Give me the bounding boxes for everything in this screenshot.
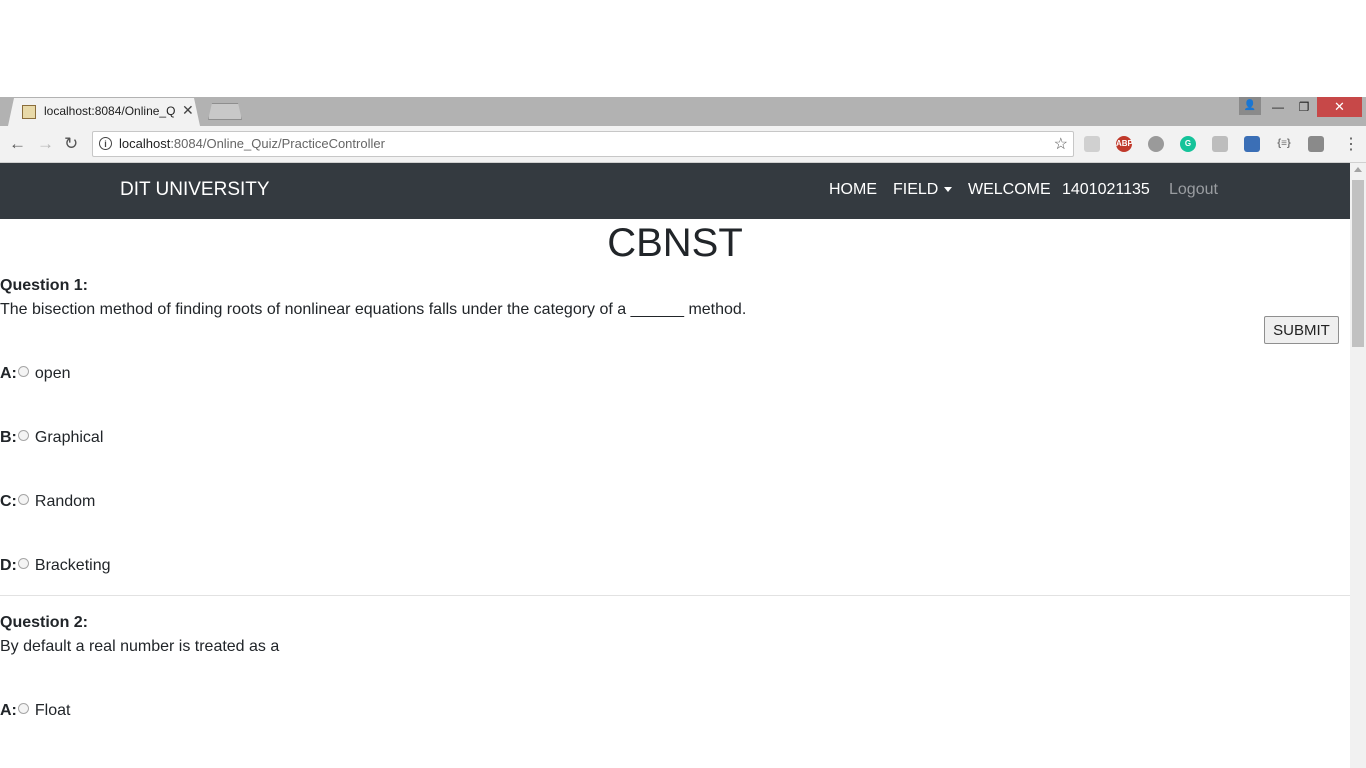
grammarly-extension-icon[interactable]: G bbox=[1180, 136, 1196, 152]
reload-icon[interactable]: ↻ bbox=[64, 134, 78, 154]
question-text: By default a real number is treated as a bbox=[0, 638, 280, 655]
nav-user-id: 1401021135 bbox=[1062, 181, 1150, 198]
page-favicon-icon bbox=[22, 105, 36, 119]
submit-button[interactable]: SUBMIT bbox=[1264, 316, 1339, 344]
option-letter: B: bbox=[0, 429, 17, 446]
scroll-up-arrow-icon[interactable] bbox=[1354, 167, 1362, 172]
answer-option[interactable]: A: Float bbox=[0, 702, 70, 722]
json-extension-icon[interactable]: {≡} bbox=[1276, 136, 1292, 152]
radio-button[interactable] bbox=[17, 494, 29, 505]
profile-icon[interactable]: 👤 bbox=[1239, 97, 1261, 115]
browser-tab-title: localhost:8084/Online_Quiz/PracticeContr… bbox=[44, 104, 176, 118]
minimize-window-button[interactable]: — bbox=[1268, 97, 1288, 117]
site-info-icon[interactable]: i bbox=[99, 137, 112, 150]
close-window-button[interactable]: ✕ bbox=[1317, 97, 1362, 117]
site-navbar: DIT UNIVERSITY HOME FIELD WELCOME 140102… bbox=[0, 163, 1350, 219]
option-text: Float bbox=[34, 702, 71, 719]
question-divider bbox=[0, 595, 1350, 596]
cube-extension-icon[interactable] bbox=[1244, 136, 1260, 152]
radio-button[interactable] bbox=[17, 703, 29, 714]
bookmark-star-icon[interactable]: ☆ bbox=[1054, 134, 1068, 154]
forward-arrow-icon[interactable]: → bbox=[37, 134, 54, 154]
adblock-extension-icon[interactable]: ABP bbox=[1116, 136, 1133, 152]
extension-icon[interactable] bbox=[1148, 136, 1164, 152]
option-text: open bbox=[34, 365, 71, 382]
option-text: Graphical bbox=[34, 429, 104, 446]
nav-home-link[interactable]: HOME bbox=[829, 181, 877, 199]
url-text[interactable]: localhost:8084/Online_Quiz/PracticeContr… bbox=[119, 136, 385, 151]
page-scrollbar[interactable] bbox=[1350, 163, 1366, 768]
new-tab-button[interactable] bbox=[208, 103, 242, 120]
tab-close-icon[interactable]: ✕ bbox=[182, 102, 194, 119]
answer-option[interactable]: B: Graphical bbox=[0, 429, 103, 449]
extension-icon[interactable] bbox=[1308, 136, 1324, 152]
site-brand[interactable]: DIT UNIVERSITY bbox=[120, 179, 270, 201]
radio-button[interactable] bbox=[17, 430, 29, 441]
pdf-extension-icon[interactable] bbox=[1212, 136, 1228, 152]
option-letter: C: bbox=[0, 493, 17, 510]
back-arrow-icon[interactable]: ← bbox=[9, 134, 26, 154]
option-text: Bracketing bbox=[34, 557, 111, 574]
url-host: localhost bbox=[119, 136, 171, 151]
radio-button[interactable] bbox=[17, 366, 29, 377]
nav-field-dropdown[interactable]: FIELD bbox=[893, 181, 953, 199]
answer-option[interactable]: A: open bbox=[0, 365, 70, 385]
browser-tab-bar: localhost:8084/Online_Quiz/PracticeContr… bbox=[0, 97, 1366, 126]
nav-field-label: FIELD bbox=[893, 181, 939, 198]
browser-tab[interactable]: localhost:8084/Online_Quiz/PracticeContr… bbox=[8, 98, 200, 126]
option-letter: D: bbox=[0, 557, 17, 574]
browser-menu-icon[interactable]: ⋮ bbox=[1343, 134, 1359, 154]
question-label: Question 1: bbox=[0, 277, 89, 294]
option-letter: A: bbox=[0, 365, 17, 382]
url-path: :8084/Online_Quiz/PracticeController bbox=[170, 136, 385, 151]
answer-option[interactable]: C: Random bbox=[0, 493, 95, 513]
extension-icon[interactable] bbox=[1084, 136, 1100, 152]
address-bar[interactable]: i localhost:8084/Online_Quiz/PracticeCon… bbox=[92, 131, 1074, 157]
page-viewport: DIT UNIVERSITY HOME FIELD WELCOME 140102… bbox=[0, 163, 1350, 768]
restore-window-button[interactable]: ❐ bbox=[1294, 97, 1314, 117]
option-text: Random bbox=[34, 493, 96, 510]
nav-logout-link[interactable]: Logout bbox=[1169, 181, 1218, 199]
quiz-title: CBNST bbox=[607, 221, 743, 265]
nav-welcome: WELCOME bbox=[968, 181, 1051, 198]
caret-down-icon bbox=[944, 187, 953, 193]
scrollbar-thumb[interactable] bbox=[1352, 180, 1364, 347]
browser-toolbar: ← → ↻ i localhost:8084/Online_Quiz/Pract… bbox=[0, 126, 1366, 163]
option-letter: A: bbox=[0, 702, 17, 719]
radio-button[interactable] bbox=[17, 558, 29, 569]
question-text: The bisection method of finding roots of… bbox=[0, 301, 747, 318]
question-label: Question 2: bbox=[0, 614, 89, 631]
answer-option[interactable]: D: Bracketing bbox=[0, 557, 110, 577]
